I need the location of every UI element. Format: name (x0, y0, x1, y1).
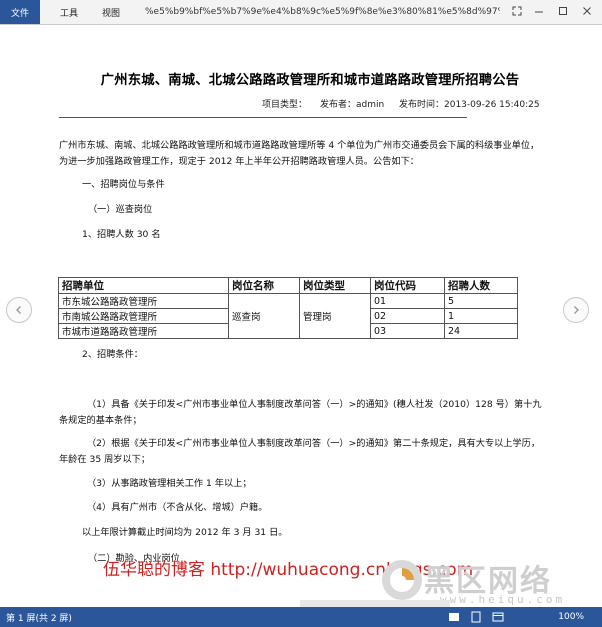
col-header-post-name: 岗位名称 (228, 277, 300, 294)
cell-unit: 市东城公路路政管理所 (58, 293, 229, 309)
recruit-count: 1、招聘人数 30 名 (82, 229, 161, 240)
window-title: %e5%b9%bf%e5%b7%9e%e4%b8%9c%e5%9f%8e%e3%… (145, 7, 500, 17)
status-bar: 第 1 屏(共 2 屏) 100% (0, 607, 602, 627)
fullscreen-button[interactable] (508, 2, 526, 20)
previous-page-button[interactable] (6, 297, 32, 323)
maximize-button[interactable] (554, 2, 572, 20)
meta-type: 项目类型： (262, 100, 308, 110)
condition-2: （2）根据《关于印发<广州市事业单位人事制度改革问答（一）>的通知》第二十条规定… (59, 438, 541, 465)
close-button[interactable] (578, 2, 596, 20)
minimize-icon (535, 11, 543, 13)
document-viewport[interactable]: 广州东城、南城、北城公路路政管理所和城市道路路政管理所招聘公告 项目类型： 发布… (0, 25, 602, 607)
cell-post-code: 03 (370, 323, 445, 339)
col-header-headcount: 招聘人数 (444, 277, 518, 294)
chevron-left-icon (16, 306, 21, 314)
title-bar: 文件 工具 视图 %e5%b9%bf%e5%b7%9e%e4%b8%9c%e5%… (0, 0, 602, 25)
cell-headcount: 24 (444, 323, 518, 339)
print-layout-icon[interactable] (470, 611, 482, 623)
condition-1: （1）具备《关于印发<广州市事业单位人事制度改革问答（一）>的通知》(穗人社发（… (59, 399, 542, 426)
minimize-button[interactable] (530, 2, 548, 20)
intro-paragraph: 广州市东城、南城、北城公路路政管理所和城市道路路政管理所等 4 个单位为广州市交… (59, 140, 540, 167)
zoom-level[interactable]: 100% (558, 607, 584, 627)
cell-post-code: 02 (370, 308, 445, 324)
document-page: 广州东城、南城、北城公路路政管理所和城市道路路政管理所招聘公告 项目类型： 发布… (12, 25, 592, 607)
positions-table: 招聘单位 岗位名称 岗位类型 岗位代码 招聘人数 市东城公路路政管理所 巡查岗 … (58, 277, 518, 339)
cell-unit: 市城市道路路政管理所 (58, 323, 229, 339)
meta-time: 发布时间：2013-09-26 15:40:25 (399, 100, 540, 110)
menu-tools[interactable]: 工具 (60, 0, 78, 24)
cell-post-type: 管理岗 (299, 293, 371, 339)
fullscreen-icon (512, 6, 522, 16)
next-page-button[interactable] (563, 297, 589, 323)
logo-url: www.heiqu.com (440, 593, 566, 606)
cell-headcount: 1 (444, 308, 518, 324)
meta-publisher: 发布者：admin (320, 100, 385, 110)
cell-post-name: 巡查岗 (228, 293, 300, 339)
horizontal-scrollbar[interactable] (300, 600, 450, 607)
col-header-unit: 招聘单位 (58, 277, 229, 294)
table-header-row: 招聘单位 岗位名称 岗位类型 岗位代码 招聘人数 (58, 277, 518, 294)
deadline-note: 以上年限计算截止时间均为 2012 年 3 月 31 日。 (82, 527, 288, 538)
chevron-right-icon (574, 306, 579, 314)
web-layout-icon[interactable] (492, 611, 504, 623)
document-title: 广州东城、南城、北城公路路政管理所和城市道路路政管理所招聘公告 (100, 73, 520, 88)
cell-post-code: 01 (370, 293, 445, 309)
condition-4: （4）具有广州市（不含从化、增城）户籍。 (87, 502, 268, 513)
menu-file[interactable]: 文件 (0, 0, 40, 24)
sub-heading-patrol: （一）巡查岗位 (88, 204, 153, 215)
section-heading-1: 一、招聘岗位与条件 (82, 179, 165, 190)
conditions-heading: 2、招聘条件： (82, 349, 143, 360)
read-mode-icon[interactable] (448, 611, 460, 623)
menu-view[interactable]: 视图 (102, 0, 120, 24)
title-divider (59, 117, 467, 118)
maximize-icon (559, 7, 567, 15)
cell-unit: 市南城公路路政管理所 (58, 308, 229, 324)
table-row: 市东城公路路政管理所 巡查岗 管理岗 01 5 (58, 293, 518, 339)
logo-mark-icon (382, 560, 422, 600)
page-indicator: 第 1 屏(共 2 屏) (6, 613, 72, 624)
col-header-post-code: 岗位代码 (370, 277, 445, 294)
close-icon (583, 7, 591, 15)
condition-3: （3）从事路政管理相关工作 1 年以上； (87, 478, 252, 489)
cell-headcount: 5 (444, 293, 518, 309)
col-header-post-type: 岗位类型 (299, 277, 371, 294)
